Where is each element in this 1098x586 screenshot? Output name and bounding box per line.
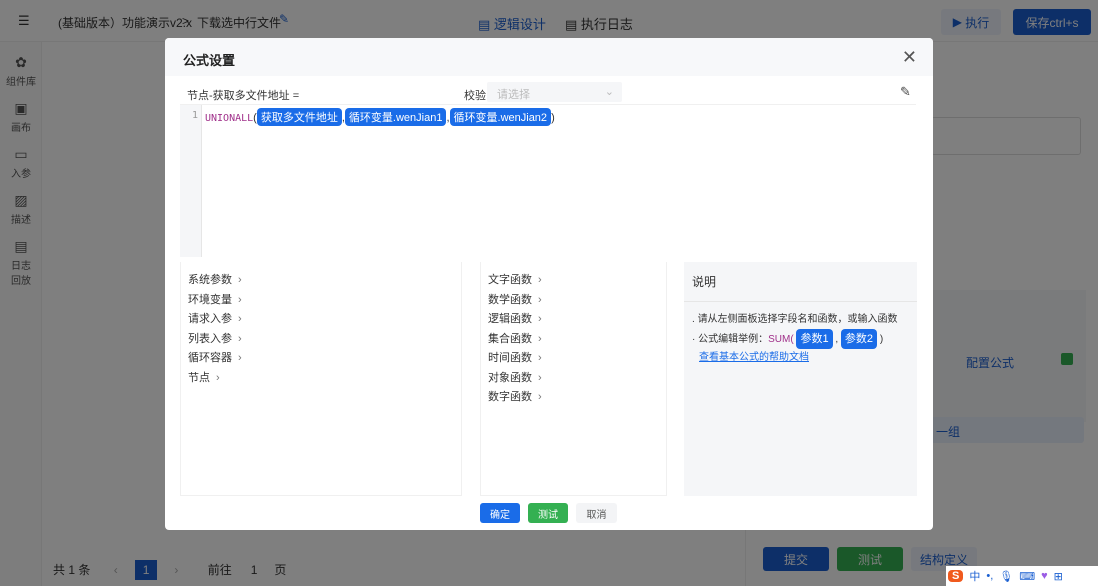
example-arg-chip: 参数2 bbox=[840, 329, 878, 349]
edit-icon[interactable]: ✎ bbox=[900, 84, 911, 100]
formula-arg-chip[interactable]: 获取多文件地址 bbox=[256, 108, 342, 126]
formula-function: UNIONALL bbox=[205, 113, 254, 124]
item-label: 环境变量 bbox=[188, 293, 232, 306]
chevron-right-icon: › bbox=[238, 352, 242, 364]
functions-item[interactable]: 数学函数 › bbox=[488, 291, 542, 311]
chevron-right-icon: › bbox=[538, 352, 542, 364]
example-function: SUM( bbox=[768, 334, 794, 345]
functions-item[interactable]: 逻辑函数 › bbox=[488, 310, 542, 330]
help-line-1: . 请从左侧面板选择字段名和函数，或输入函数 bbox=[692, 314, 898, 325]
chevron-right-icon: › bbox=[238, 274, 242, 286]
validate-select[interactable]: 请选择 ⌄ bbox=[487, 82, 622, 102]
item-label: 系统参数 bbox=[188, 274, 232, 286]
help-text: 公式编辑举例： bbox=[698, 334, 769, 345]
chevron-right-icon: › bbox=[538, 371, 542, 384]
item-label: 列表入参 bbox=[188, 332, 232, 345]
chevron-down-icon: ⌄ bbox=[604, 86, 614, 98]
item-label: 时间函数 bbox=[488, 352, 532, 364]
formula-dialog: 公式设置 ✕ 节点-获取多文件地址 = 校验 请选择 ⌄ ✎ 1 UNIONALL… bbox=[165, 38, 933, 530]
dialog-title: 公式设置 bbox=[165, 38, 933, 76]
help-text: 请从左侧面板选择字段名和函数，或输入函数 bbox=[697, 314, 898, 325]
fields-item[interactable]: 环境变量 › bbox=[188, 291, 242, 311]
functions-panel: 文字函数 › 数学函数 › 逻辑函数 › 集合函数 › 时间函数 › 对象函数 › 数字函数 › bbox=[480, 262, 667, 496]
target-label: 节点-获取多文件地址 = bbox=[187, 90, 300, 102]
formula-line: UNIONALL(获取多文件地址, 循环变量.wenJian1, 循环变量.wenJ… bbox=[205, 108, 555, 126]
chevron-right-icon: › bbox=[216, 371, 220, 384]
validate-label: 校验 bbox=[464, 90, 486, 102]
keyboard-icon[interactable]: ⌨ bbox=[1019, 570, 1035, 583]
fields-item[interactable]: 系统参数 › bbox=[188, 271, 242, 291]
separator: , bbox=[835, 334, 839, 345]
chevron-right-icon: › bbox=[538, 293, 542, 306]
help-line-2: · 公式编辑举例：SUM( 参数1 , 参数2 ) bbox=[692, 329, 909, 349]
functions-item[interactable]: 对象函数 › bbox=[488, 369, 542, 389]
item-label: 数学函数 bbox=[488, 293, 532, 306]
functions-item[interactable]: 数字函数 › bbox=[488, 388, 542, 408]
chevron-right-icon: › bbox=[538, 313, 542, 325]
punctuation-icon[interactable]: •, bbox=[986, 570, 993, 582]
chevron-right-icon: › bbox=[238, 313, 242, 325]
chevron-right-icon: › bbox=[238, 293, 242, 306]
chevron-right-icon: › bbox=[538, 274, 542, 286]
item-label: 逻辑函数 bbox=[488, 313, 532, 325]
chinese-mode-icon[interactable]: 中 bbox=[969, 568, 980, 584]
item-label: 数字函数 bbox=[488, 391, 532, 403]
line-number: 1 bbox=[180, 105, 202, 257]
validate-placeholder: 请选择 bbox=[497, 89, 530, 101]
skin-icon[interactable]: ♥ bbox=[1041, 570, 1048, 582]
chevron-right-icon: › bbox=[238, 332, 242, 345]
chevron-right-icon: › bbox=[538, 332, 542, 345]
fields-item[interactable]: 循环容器 › bbox=[188, 349, 242, 369]
apps-icon[interactable]: ⊞ bbox=[1054, 570, 1063, 583]
help-panel: 说明 . 请从左侧面板选择字段名和函数，或输入函数 · 公式编辑举例：SUM( … bbox=[684, 262, 917, 496]
help-doc-link[interactable]: 查看基本公式的帮助文档 bbox=[699, 352, 809, 363]
paren: ) bbox=[879, 334, 884, 345]
item-label: 请求入参 bbox=[188, 313, 232, 325]
item-label: 对象函数 bbox=[488, 371, 532, 384]
example-arg-chip: 参数1 bbox=[796, 329, 833, 349]
item-label: 文字函数 bbox=[488, 274, 532, 286]
sogou-logo-icon[interactable]: S bbox=[948, 570, 964, 582]
chevron-right-icon: › bbox=[538, 391, 542, 403]
formula-arg-chip[interactable]: 循环变量.wenJian1 bbox=[344, 108, 447, 126]
fields-item[interactable]: 请求入参 › bbox=[188, 310, 242, 330]
item-label: 集合函数 bbox=[488, 332, 532, 345]
ime-toolbar: S 中 •, 🎙 ⌨ ♥ ⊞ bbox=[946, 566, 1098, 586]
fields-item[interactable]: 列表入参 › bbox=[188, 330, 242, 350]
confirm-button[interactable]: 确定 bbox=[480, 503, 520, 523]
cancel-button[interactable]: 取消 bbox=[576, 503, 617, 523]
fields-item[interactable]: 节点 › bbox=[188, 369, 242, 389]
help-title: 说明 bbox=[684, 262, 917, 302]
microphone-icon[interactable]: 🎙 bbox=[999, 570, 1013, 583]
paren: ) bbox=[551, 112, 555, 124]
functions-item[interactable]: 时间函数 › bbox=[488, 349, 542, 369]
item-label: 循环容器 bbox=[188, 352, 232, 364]
fields-panel: 系统参数 › 环境变量 › 请求入参 › 列表入参 › 循环容器 › 节点 › bbox=[180, 262, 462, 496]
test-button[interactable]: 测试 bbox=[528, 503, 568, 523]
formula-editor[interactable]: 1 UNIONALL(获取多文件地址, 循环变量.wenJian1, 循环变量.we… bbox=[180, 104, 916, 257]
close-icon[interactable]: ✕ bbox=[902, 47, 917, 68]
functions-item[interactable]: 集合函数 › bbox=[488, 330, 542, 350]
item-label: 节点 bbox=[188, 371, 210, 384]
functions-item[interactable]: 文字函数 › bbox=[488, 271, 542, 291]
formula-arg-chip[interactable]: 循环变量.wenJian2 bbox=[449, 108, 552, 126]
